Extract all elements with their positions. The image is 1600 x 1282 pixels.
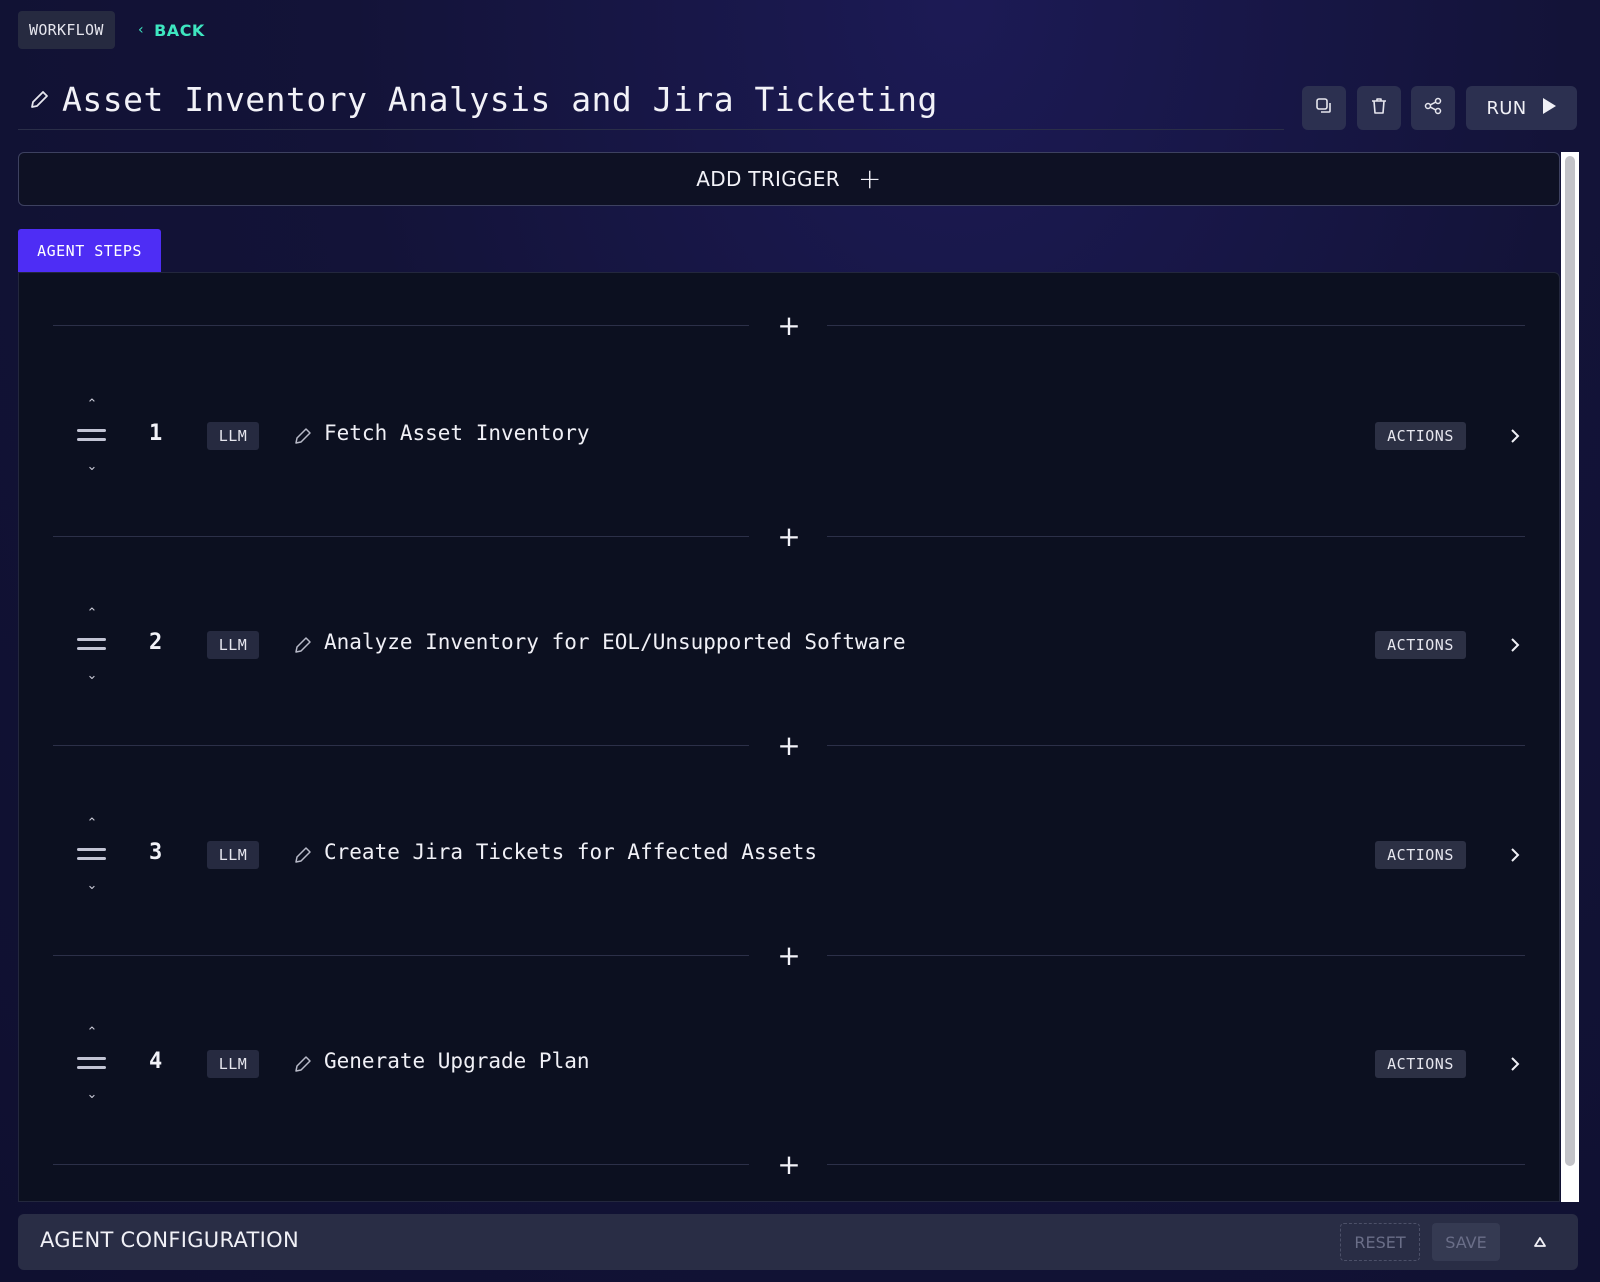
drag-handle-icon[interactable]: [77, 1053, 107, 1073]
insert-step-button[interactable]: +: [769, 522, 809, 552]
step-row: ⌃ ⌄ 4 LLM Generate Upgrade Plan ACTIONS: [53, 1025, 1525, 1115]
step-name[interactable]: Analyze Inventory for EOL/Unsupported So…: [324, 630, 906, 660]
move-up-icon[interactable]: ⌃: [82, 1025, 102, 1041]
chevron-left-icon: ‹: [138, 22, 145, 38]
step-divider: +: [53, 522, 1525, 552]
step-type-badge: LLM: [207, 1050, 259, 1078]
move-up-icon[interactable]: ⌃: [82, 816, 102, 832]
chevron-right-icon[interactable]: [1505, 841, 1525, 869]
scrollbar-thumb[interactable]: [1565, 156, 1575, 1166]
save-button[interactable]: SAVE: [1432, 1223, 1500, 1261]
duplicate-button[interactable]: [1302, 86, 1346, 130]
step-name[interactable]: Create Jira Tickets for Affected Assets: [324, 840, 817, 870]
plus-icon: +: [777, 939, 801, 972]
step-name[interactable]: Fetch Asset Inventory: [324, 421, 590, 451]
play-icon: [1541, 97, 1557, 120]
plus-icon: +: [777, 729, 801, 762]
move-down-icon[interactable]: ⌄: [82, 878, 102, 894]
move-down-icon[interactable]: ⌄: [82, 668, 102, 684]
reset-button[interactable]: RESET: [1340, 1223, 1420, 1261]
step-number: 2: [149, 630, 163, 655]
drag-handle-icon[interactable]: [77, 844, 107, 864]
edit-step-icon[interactable]: [293, 1054, 315, 1076]
step-number: 1: [149, 421, 163, 446]
run-button-label: RUN: [1486, 97, 1527, 119]
agent-configuration-bar[interactable]: AGENT CONFIGURATION RESET SAVE: [18, 1214, 1578, 1270]
move-down-icon[interactable]: ⌄: [82, 459, 102, 475]
insert-step-button[interactable]: +: [769, 731, 809, 761]
back-link[interactable]: ‹ BACK: [138, 16, 205, 44]
edit-title-icon[interactable]: [28, 89, 50, 111]
config-title: AGENT CONFIGURATION: [40, 1228, 300, 1252]
edit-step-icon[interactable]: [293, 635, 315, 657]
step-divider: +: [53, 1150, 1525, 1180]
actions-button[interactable]: ACTIONS: [1375, 841, 1466, 869]
step-divider: +: [53, 311, 1525, 341]
move-up-icon[interactable]: ⌃: [82, 606, 102, 622]
insert-step-button[interactable]: +: [769, 1150, 809, 1180]
insert-step-button[interactable]: +: [769, 311, 809, 341]
step-name[interactable]: Generate Upgrade Plan: [324, 1049, 590, 1079]
scrollbar[interactable]: [1561, 152, 1579, 1202]
chevron-right-icon[interactable]: [1505, 631, 1525, 659]
move-down-icon[interactable]: ⌄: [82, 1087, 102, 1103]
workflow-title-row: Asset Inventory Analysis and Jira Ticket…: [18, 70, 1284, 130]
page-title[interactable]: Asset Inventory Analysis and Jira Ticket…: [62, 80, 938, 119]
share-button[interactable]: [1411, 86, 1455, 130]
step-row: ⌃ ⌄ 1 LLM Fetch Asset Inventory ACTIONS: [53, 397, 1525, 487]
step-row: ⌃ ⌄ 2 LLM Analyze Inventory for EOL/Unsu…: [53, 606, 1525, 696]
step-number: 3: [149, 840, 163, 865]
chevron-up-icon[interactable]: [1528, 1230, 1552, 1254]
back-link-label: BACK: [154, 20, 205, 40]
chevron-right-icon[interactable]: [1505, 422, 1525, 450]
section-badge: WORKFLOW: [18, 11, 115, 49]
add-trigger-label: ADD TRIGGER: [696, 167, 840, 191]
step-type-badge: LLM: [207, 841, 259, 869]
share-icon: [1423, 96, 1443, 120]
move-up-icon[interactable]: ⌃: [82, 397, 102, 413]
plus-icon: +: [777, 1148, 801, 1181]
insert-step-button[interactable]: +: [769, 941, 809, 971]
agent-steps-panel: + ⌃ ⌄ 1 LLM Fetch Asset Inventory ACTION…: [18, 272, 1560, 1202]
step-divider: +: [53, 941, 1525, 971]
drag-handle-icon[interactable]: [77, 634, 107, 654]
drag-handle-icon[interactable]: [77, 425, 107, 445]
edit-step-icon[interactable]: [293, 426, 315, 448]
edit-step-icon[interactable]: [293, 845, 315, 867]
chevron-right-icon[interactable]: [1505, 1050, 1525, 1078]
plus-icon: +: [777, 309, 801, 342]
tab-agent-steps[interactable]: AGENT STEPS: [18, 229, 161, 272]
delete-button[interactable]: [1357, 86, 1401, 130]
step-row: ⌃ ⌄ 3 LLM Create Jira Tickets for Affect…: [53, 816, 1525, 906]
actions-button[interactable]: ACTIONS: [1375, 631, 1466, 659]
copy-icon: [1314, 96, 1334, 120]
actions-button[interactable]: ACTIONS: [1375, 1050, 1466, 1078]
run-button[interactable]: RUN: [1466, 86, 1577, 130]
step-type-badge: LLM: [207, 422, 259, 450]
step-type-badge: LLM: [207, 631, 259, 659]
plus-icon: +: [857, 162, 882, 195]
plus-icon: +: [777, 520, 801, 553]
step-number: 4: [149, 1049, 163, 1074]
actions-button[interactable]: ACTIONS: [1375, 422, 1466, 450]
add-trigger-button[interactable]: ADD TRIGGER +: [18, 152, 1560, 206]
step-divider: +: [53, 731, 1525, 761]
trash-icon: [1369, 96, 1389, 120]
